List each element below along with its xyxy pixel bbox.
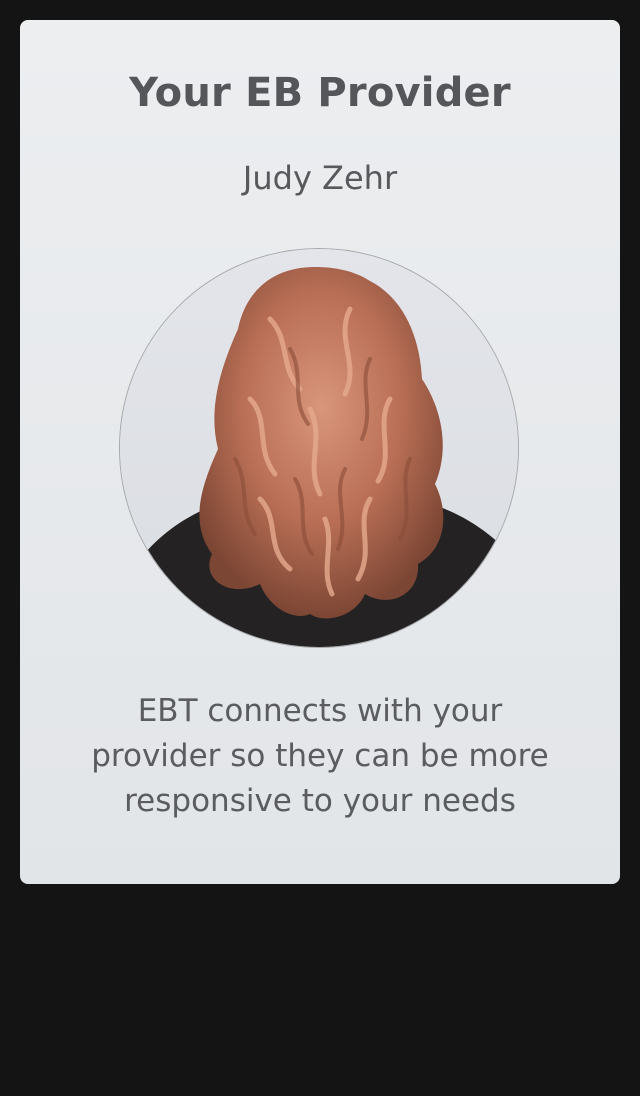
provider-photo — [119, 248, 519, 648]
card-title: Your EB Provider — [129, 70, 511, 116]
screen: Your EB Provider Judy Zehr EBT connects … — [0, 0, 640, 1096]
provider-name: Judy Zehr — [242, 159, 398, 197]
provider-description: EBT connects with your provider so they … — [91, 693, 549, 819]
provider-card: Your EB Provider Judy Zehr EBT connects … — [20, 20, 620, 884]
